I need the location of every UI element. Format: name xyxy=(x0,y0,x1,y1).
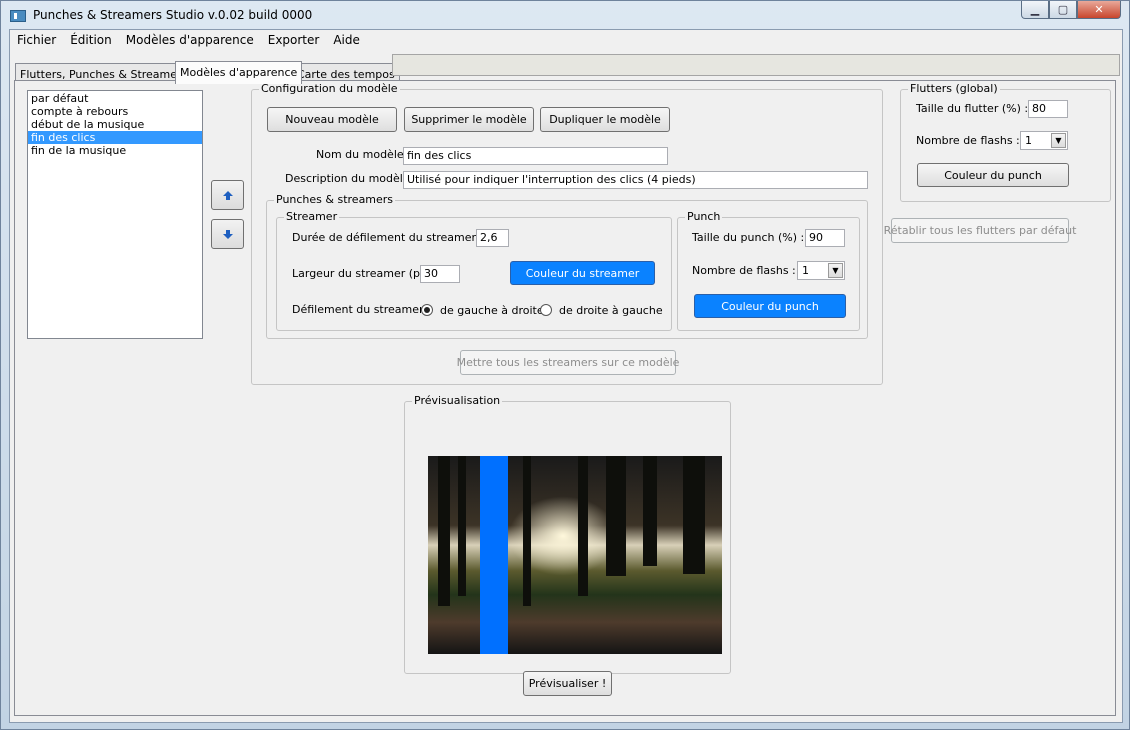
close-button[interactable]: ✕ xyxy=(1077,1,1121,19)
menu-edition[interactable]: Édition xyxy=(63,30,119,50)
punch-size-input[interactable]: 90 xyxy=(805,229,845,247)
chevron-down-icon[interactable]: ▼ xyxy=(1051,133,1066,148)
menu-bar: Fichier Édition Modèles d'apparence Expo… xyxy=(10,30,1122,50)
model-description-input[interactable]: Utilisé pour indiquer l'interruption des… xyxy=(403,171,868,189)
move-down-button[interactable] xyxy=(211,219,244,249)
delete-model-button[interactable]: Supprimer le modèle xyxy=(404,107,534,132)
client-area: Fichier Édition Modèles d'apparence Expo… xyxy=(9,29,1123,723)
chevron-down-icon[interactable]: ▼ xyxy=(828,263,843,278)
menu-fichier[interactable]: Fichier xyxy=(10,30,63,50)
minimize-icon: ▁ xyxy=(1030,3,1040,16)
streamer-group: Streamer Durée de défilement du streamer… xyxy=(276,210,672,331)
tab-modeles[interactable]: Modèles d'apparence xyxy=(175,61,303,84)
streamer-color-button[interactable]: Couleur du streamer xyxy=(510,261,655,285)
preview-legend: Prévisualisation xyxy=(412,394,503,407)
models-listbox[interactable]: par défaut compte à rebours début de la … xyxy=(27,90,203,339)
streamer-duration-label: Durée de défilement du streamer (s) : xyxy=(292,231,502,244)
direction-left-right-radio[interactable] xyxy=(421,304,433,316)
streamer-width-label: Largeur du streamer (px) : xyxy=(292,267,439,280)
model-config-group: Configuration du modèle Nouveau modèle S… xyxy=(251,82,883,385)
menu-exporter[interactable]: Exporter xyxy=(261,30,327,50)
new-model-button[interactable]: Nouveau modèle xyxy=(267,107,397,132)
punches-streamers-legend: Punches & streamers xyxy=(274,193,396,206)
flutter-flashes-label: Nombre de flashs : xyxy=(916,134,1020,147)
app-icon xyxy=(10,10,26,22)
punch-color-button[interactable]: Couleur du punch xyxy=(694,294,846,318)
list-item[interactable]: par défaut xyxy=(28,92,202,105)
arrow-up-icon xyxy=(222,190,233,200)
streamer-legend: Streamer xyxy=(284,210,340,223)
punch-size-label: Taille du punch (%) : xyxy=(692,231,805,244)
arrow-down-icon xyxy=(222,229,233,239)
punch-flashes-select[interactable]: 1 ▼ xyxy=(797,261,845,280)
model-name-input[interactable]: fin des clics xyxy=(403,147,668,165)
streamer-width-input[interactable]: 30 xyxy=(420,265,460,283)
direction-left-right-label: de gauche à droite xyxy=(440,304,544,317)
punches-streamers-group: Punches & streamers Streamer Durée de dé… xyxy=(266,193,868,339)
flutter-color-button[interactable]: Couleur du punch xyxy=(917,163,1069,187)
model-name-label: Nom du modèle : xyxy=(316,148,411,161)
direction-right-left-label: de droite à gauche xyxy=(559,304,663,317)
title-bar[interactable]: Punches & Streamers Studio v.0.02 build … xyxy=(1,1,1129,29)
menu-modeles[interactable]: Modèles d'apparence xyxy=(119,30,261,50)
maximize-button[interactable]: ▢ xyxy=(1049,1,1077,19)
direction-right-left-radio[interactable] xyxy=(540,304,552,316)
preview-image xyxy=(428,456,722,654)
preview-streamer-bar xyxy=(480,456,508,654)
flutter-flashes-select[interactable]: 1 ▼ xyxy=(1020,131,1068,150)
flutter-size-input[interactable]: 80 xyxy=(1028,100,1068,118)
tab-strip-filler xyxy=(392,54,1120,76)
apply-all-streamers-button[interactable]: Mettre tous les streamers sur ce modèle xyxy=(457,350,679,375)
window-title: Punches & Streamers Studio v.0.02 build … xyxy=(33,8,313,22)
move-up-button[interactable] xyxy=(211,180,244,210)
menu-aide[interactable]: Aide xyxy=(326,30,367,50)
punch-legend: Punch xyxy=(685,210,723,223)
app-window: Punches & Streamers Studio v.0.02 build … xyxy=(0,0,1130,730)
list-item[interactable]: fin de la musique xyxy=(28,144,202,157)
tab-page-modeles: par défaut compte à rebours début de la … xyxy=(14,80,1116,716)
window-controls: ▁ ▢ ✕ xyxy=(1021,1,1121,19)
streamer-direction-label: Défilement du streamer : xyxy=(292,303,431,316)
flutters-legend: Flutters (global) xyxy=(908,82,1000,95)
close-icon: ✕ xyxy=(1094,3,1104,16)
list-item[interactable]: début de la musique xyxy=(28,118,202,131)
list-item[interactable]: compte à rebours xyxy=(28,105,202,118)
duplicate-model-button[interactable]: Dupliquer le modèle xyxy=(540,107,670,132)
maximize-icon: ▢ xyxy=(1057,3,1069,16)
flutter-size-label: Taille du flutter (%) : xyxy=(916,102,1029,115)
flutter-flashes-value: 1 xyxy=(1025,134,1032,147)
model-description-label: Description du modèle : xyxy=(285,172,417,185)
punch-flashes-label: Nombre de flashs : xyxy=(692,264,796,277)
preview-button[interactable]: Prévisualiser ! xyxy=(523,671,612,696)
streamer-duration-input[interactable]: 2,6 xyxy=(476,229,509,247)
list-item-selected[interactable]: fin des clics xyxy=(28,131,202,144)
reset-flutters-button[interactable]: Rétablir tous les flutters par défaut xyxy=(884,218,1076,243)
punch-group: Punch Taille du punch (%) : 90 Nombre de… xyxy=(677,210,860,331)
minimize-button[interactable]: ▁ xyxy=(1021,1,1049,19)
punch-flashes-value: 1 xyxy=(802,264,809,277)
flutters-group: Flutters (global) Taille du flutter (%) … xyxy=(900,82,1111,202)
